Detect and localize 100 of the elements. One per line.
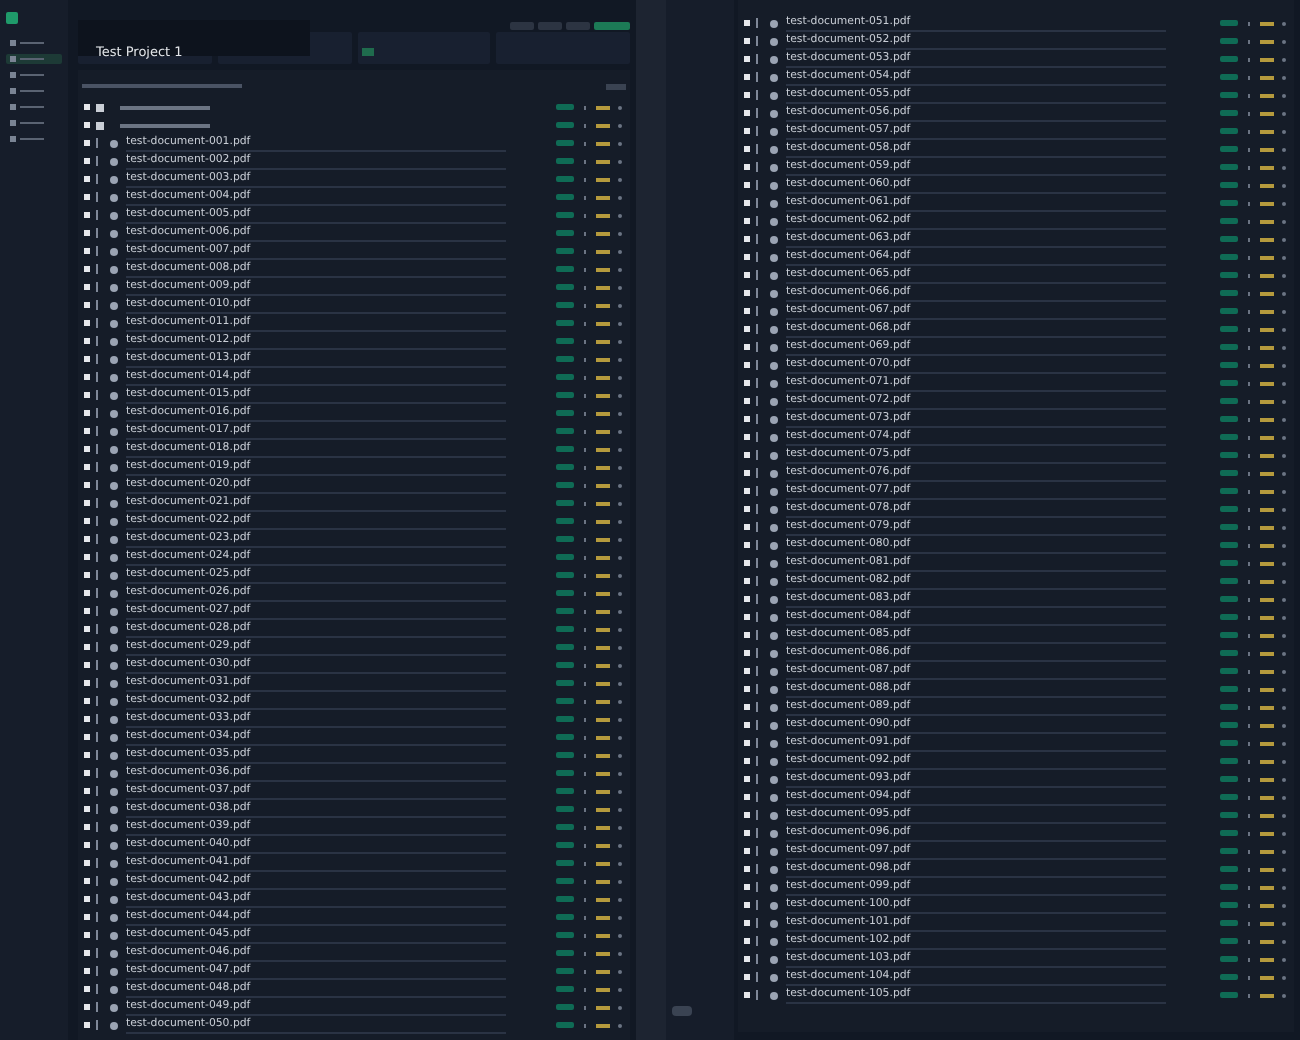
bullet-mark bbox=[744, 506, 750, 512]
bullet-mark bbox=[744, 128, 750, 134]
document-icon bbox=[110, 301, 118, 309]
bullet-mark bbox=[84, 248, 90, 254]
bullet-mark bbox=[84, 176, 90, 182]
bullet-mark bbox=[744, 884, 750, 890]
document-icon bbox=[110, 229, 118, 237]
document-icon bbox=[770, 829, 778, 837]
document-icon bbox=[110, 751, 118, 759]
bullet-mark bbox=[744, 434, 750, 440]
document-icon bbox=[770, 163, 778, 171]
document-icon bbox=[110, 931, 118, 939]
document-icon bbox=[110, 571, 118, 579]
document-icon bbox=[770, 667, 778, 675]
bullet-mark bbox=[84, 698, 90, 704]
bullet-mark bbox=[84, 590, 90, 596]
bullet-mark bbox=[744, 290, 750, 296]
document-icon bbox=[110, 643, 118, 651]
placeholder-line bbox=[120, 105, 210, 109]
bullet-mark bbox=[744, 92, 750, 98]
bullet-mark bbox=[744, 254, 750, 260]
document-icon bbox=[110, 985, 118, 993]
document-icon bbox=[110, 427, 118, 435]
bullet-mark bbox=[744, 686, 750, 692]
document-icon bbox=[110, 517, 118, 525]
document-icon bbox=[770, 289, 778, 297]
bullet-mark bbox=[744, 236, 750, 242]
bullet-mark bbox=[744, 416, 750, 422]
bullet-mark bbox=[84, 428, 90, 434]
document-icon bbox=[770, 631, 778, 639]
document-icon bbox=[770, 91, 778, 99]
bullet-mark bbox=[744, 308, 750, 314]
document-icon bbox=[110, 823, 118, 831]
bullet-mark bbox=[744, 992, 750, 998]
document-icon bbox=[770, 487, 778, 495]
bullet-mark bbox=[84, 950, 90, 956]
document-icon bbox=[770, 325, 778, 333]
bullet-mark bbox=[744, 218, 750, 224]
document-icon bbox=[110, 967, 118, 975]
document-icon bbox=[770, 901, 778, 909]
document-icon bbox=[110, 553, 118, 561]
bullet-mark bbox=[744, 146, 750, 152]
document-icon bbox=[770, 181, 778, 189]
bullet-mark bbox=[84, 338, 90, 344]
bullet-mark bbox=[84, 716, 90, 722]
bullet-mark bbox=[84, 554, 90, 560]
bullet-mark bbox=[744, 56, 750, 62]
document-icon bbox=[770, 955, 778, 963]
document-icon bbox=[770, 433, 778, 441]
bullet-mark bbox=[744, 812, 750, 818]
bullet-mark bbox=[744, 38, 750, 44]
bullet-mark bbox=[744, 794, 750, 800]
document-icon bbox=[110, 265, 118, 273]
document-icon bbox=[110, 841, 118, 849]
bullet-mark bbox=[744, 182, 750, 188]
bullet-mark bbox=[744, 866, 750, 872]
document-icon bbox=[770, 199, 778, 207]
document-icon bbox=[110, 373, 118, 381]
document-icon bbox=[110, 355, 118, 363]
document-icon bbox=[110, 535, 118, 543]
document-icon bbox=[110, 1021, 118, 1029]
document-icon bbox=[110, 895, 118, 903]
bullet-mark bbox=[744, 830, 750, 836]
bullet-mark bbox=[84, 104, 90, 110]
document-icon bbox=[110, 697, 118, 705]
document-icon bbox=[110, 139, 118, 147]
bullet-mark bbox=[744, 398, 750, 404]
document-icon bbox=[110, 157, 118, 165]
bullet-mark bbox=[744, 560, 750, 566]
bullet-mark bbox=[84, 284, 90, 290]
bullet-mark bbox=[744, 20, 750, 26]
bullet-mark bbox=[84, 644, 90, 650]
document-icon bbox=[110, 391, 118, 399]
document-icon bbox=[110, 463, 118, 471]
bullet-mark bbox=[84, 122, 90, 128]
bullet-mark bbox=[744, 776, 750, 782]
document-icon bbox=[770, 343, 778, 351]
document-icon bbox=[770, 127, 778, 135]
bullet-mark bbox=[84, 860, 90, 866]
document-icon bbox=[770, 973, 778, 981]
document-icon bbox=[770, 397, 778, 405]
bullet-mark bbox=[84, 464, 90, 470]
bullet-mark bbox=[744, 452, 750, 458]
bullet-mark bbox=[84, 446, 90, 452]
nav-item[interactable] bbox=[6, 54, 62, 64]
document-icon bbox=[110, 949, 118, 957]
bullet-mark bbox=[84, 302, 90, 308]
document-icon bbox=[110, 607, 118, 615]
document-icon bbox=[770, 577, 778, 585]
bullet-mark bbox=[744, 740, 750, 746]
bullet-mark bbox=[84, 968, 90, 974]
document-icon bbox=[110, 283, 118, 291]
bullet-mark bbox=[744, 326, 750, 332]
bullet-mark bbox=[744, 956, 750, 962]
bullet-mark bbox=[744, 542, 750, 548]
document-icon bbox=[770, 865, 778, 873]
bullet-mark bbox=[744, 200, 750, 206]
document-icon bbox=[770, 109, 778, 117]
bullet-mark bbox=[744, 614, 750, 620]
document-icon bbox=[770, 649, 778, 657]
